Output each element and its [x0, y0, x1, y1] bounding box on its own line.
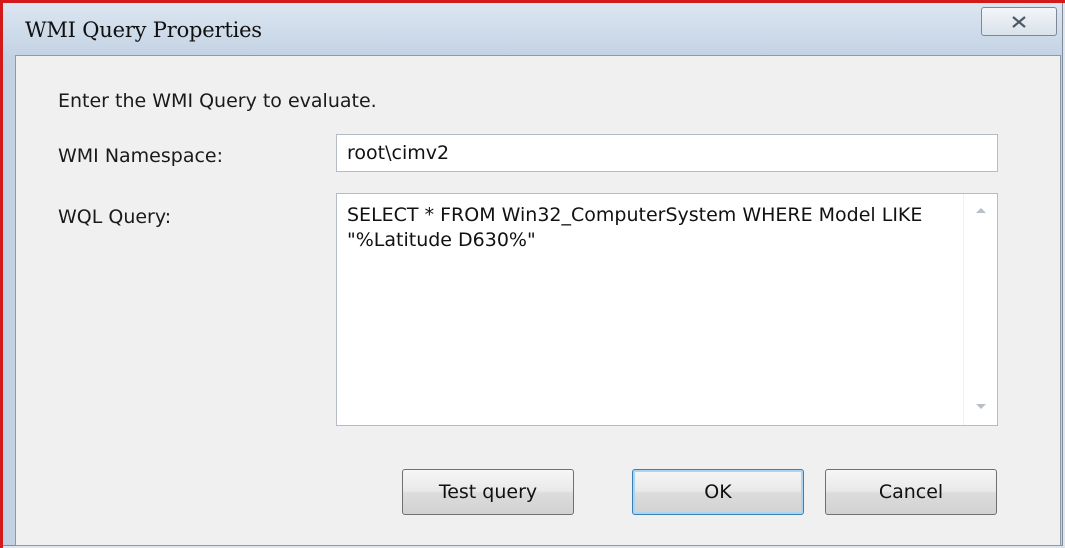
query-box: SELECT * FROM Win32_ComputerSystem WHERE…: [336, 193, 998, 426]
instructions-text: Enter the WMI Query to evaluate.: [58, 90, 377, 112]
title-bar: WMI Query Properties: [3, 3, 1062, 55]
dialog-content: Enter the WMI Query to evaluate. WMI Nam…: [15, 55, 1061, 546]
namespace-input[interactable]: [336, 134, 998, 172]
scroll-down-arrow-icon[interactable]: [976, 404, 986, 409]
ok-button[interactable]: OK: [632, 469, 804, 515]
test-query-button[interactable]: Test query: [402, 469, 574, 515]
dialog-window: WMI Query Properties Enter the WMI Query…: [3, 3, 1063, 546]
query-scrollbar[interactable]: [963, 194, 997, 425]
close-icon: [1012, 15, 1026, 28]
query-textarea[interactable]: SELECT * FROM Win32_ComputerSystem WHERE…: [337, 194, 961, 425]
query-label: WQL Query:: [58, 206, 172, 228]
close-button[interactable]: [981, 7, 1057, 36]
scroll-up-arrow-icon[interactable]: [976, 208, 986, 213]
namespace-label: WMI Namespace:: [58, 145, 224, 167]
cancel-button[interactable]: Cancel: [825, 469, 997, 515]
window-title: WMI Query Properties: [25, 18, 262, 42]
